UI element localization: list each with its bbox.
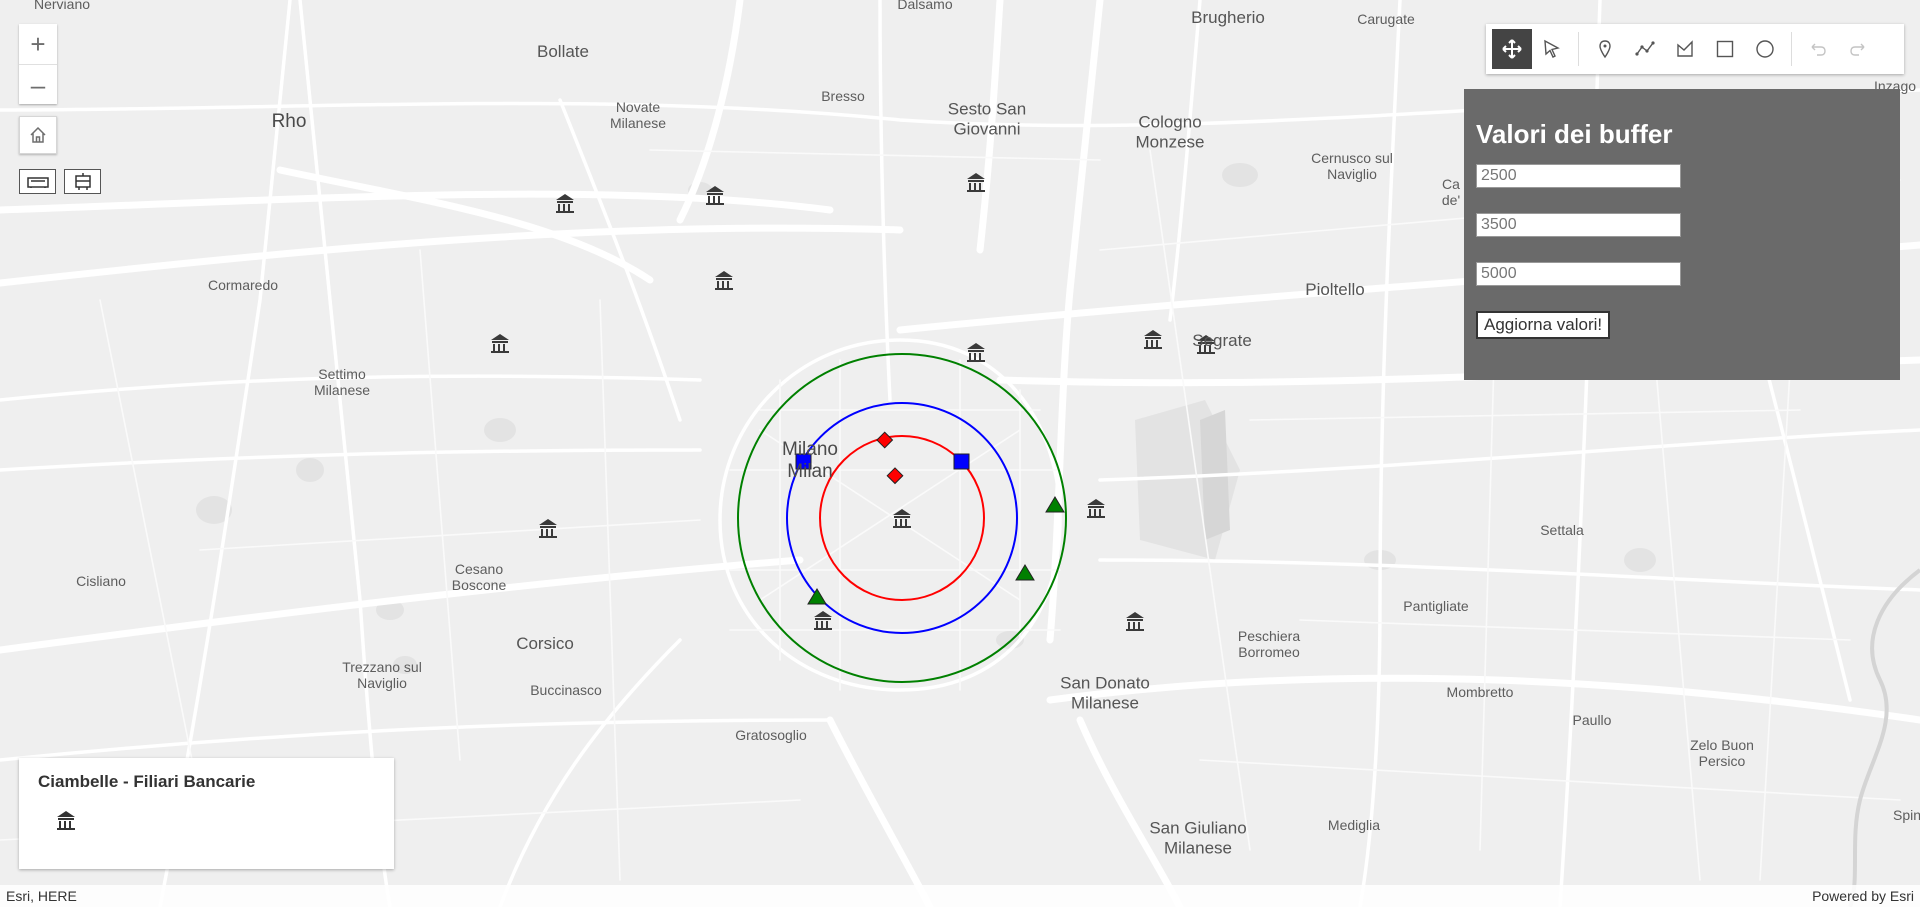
place-label: Cormaredo bbox=[207, 276, 279, 293]
zoom-out-button[interactable]: – bbox=[19, 64, 57, 105]
place-label: Carugate bbox=[1357, 10, 1415, 27]
polygon-tool-button[interactable] bbox=[1665, 29, 1705, 69]
place-label: Settala bbox=[1540, 521, 1584, 538]
place-label: Novate Milanese bbox=[609, 98, 667, 131]
circle-icon bbox=[1756, 40, 1774, 58]
buffer-3-input[interactable] bbox=[1476, 262, 1681, 286]
minus-icon: – bbox=[30, 69, 46, 100]
circle-tool-button[interactable] bbox=[1745, 29, 1785, 69]
home-button[interactable] bbox=[19, 116, 57, 154]
rectangle-icon bbox=[1716, 40, 1734, 58]
home-icon bbox=[30, 126, 46, 143]
rectangle-tool-button[interactable] bbox=[1705, 29, 1745, 69]
place-label: Paullo bbox=[1572, 711, 1612, 728]
bus-toggle-button[interactable] bbox=[64, 169, 101, 194]
place-label: Cernusco sul Naviglio bbox=[1311, 149, 1393, 182]
place-label: San Giuliano Milanese bbox=[1149, 818, 1247, 857]
move-tool-button[interactable] bbox=[1492, 29, 1532, 69]
place-label: Corsico bbox=[516, 634, 574, 654]
undo-button[interactable] bbox=[1798, 29, 1838, 69]
place-label: Sesto San Giovanni bbox=[947, 99, 1027, 138]
place-label: Pantigliate bbox=[1403, 597, 1469, 614]
place-label: Mombretto bbox=[1446, 683, 1514, 700]
bus-icon bbox=[74, 172, 91, 190]
place-label: Settimo Milanese bbox=[313, 365, 371, 398]
attribution-text[interactable]: Esri, HERE bbox=[6, 888, 77, 904]
place-label: Gratosoglio bbox=[735, 726, 807, 743]
redo-button[interactable] bbox=[1838, 29, 1878, 69]
legend-title: Ciambelle - Filiari Bancarie bbox=[38, 772, 256, 791]
place-label: Peschiera Borromeo bbox=[1237, 627, 1301, 660]
select-tool-button[interactable] bbox=[1532, 29, 1572, 69]
update-values-button[interactable]: Aggiorna valori! bbox=[1476, 311, 1611, 339]
place-label: Cologno Monzese bbox=[1135, 112, 1205, 151]
polyline-tool-button[interactable] bbox=[1625, 29, 1665, 69]
buffer-1-input[interactable] bbox=[1476, 164, 1681, 188]
polyline-icon bbox=[1635, 41, 1655, 56]
toolbar-divider bbox=[1578, 32, 1579, 66]
powered-by-text[interactable]: Powered by Esri bbox=[1812, 888, 1914, 904]
zoom-controls: + – bbox=[19, 24, 57, 104]
polygon-icon bbox=[1677, 40, 1693, 57]
place-label: Cesano Boscone bbox=[451, 560, 507, 593]
bank-icon bbox=[57, 811, 75, 830]
plus-icon: + bbox=[30, 28, 46, 59]
zoom-in-button[interactable]: + bbox=[19, 24, 57, 64]
place-label: Ca de' bbox=[1441, 175, 1461, 208]
place-label: Spin bbox=[1892, 806, 1920, 823]
select-icon bbox=[1544, 39, 1560, 58]
toolbar-divider bbox=[1791, 32, 1792, 66]
place-label: Brugherio bbox=[1191, 8, 1265, 28]
transit-toggle-button[interactable] bbox=[19, 169, 56, 194]
attribution-bar: Esri, HERE Powered by Esri bbox=[0, 885, 1920, 907]
place-label: Nerviano bbox=[33, 0, 91, 12]
point-tool-button[interactable] bbox=[1585, 29, 1625, 69]
legend: Ciambelle - Filiari Bancarie bbox=[19, 758, 394, 869]
feature-square bbox=[953, 453, 970, 470]
redo-icon bbox=[1850, 43, 1865, 56]
sketch-toolbar bbox=[1486, 24, 1904, 74]
buffer-2-input[interactable] bbox=[1476, 213, 1681, 237]
place-label: Pioltello bbox=[1305, 280, 1365, 300]
place-label: Buccinasco bbox=[530, 681, 602, 698]
panel-title: Valori dei buffer bbox=[1476, 119, 1673, 149]
place-label: Segrate bbox=[1192, 331, 1252, 351]
place-label: Bollate bbox=[537, 42, 589, 62]
buffer-panel: Valori dei buffer Aggiorna valori! bbox=[1464, 89, 1900, 380]
point-icon bbox=[1599, 40, 1611, 59]
place-label: Milano Milan bbox=[782, 439, 838, 482]
undo-icon bbox=[1811, 43, 1826, 56]
place-label: Dalsamo bbox=[897, 0, 953, 12]
place-label: Trezzano sul Naviglio bbox=[342, 658, 422, 691]
place-label: Cisliano bbox=[76, 572, 126, 589]
place-label: Zelo Buon Persico bbox=[1690, 736, 1754, 769]
place-label: San Donato Milanese bbox=[1060, 673, 1150, 712]
move-icon bbox=[1502, 39, 1522, 59]
place-label: Mediglia bbox=[1327, 816, 1381, 833]
place-label: Rho bbox=[271, 111, 307, 133]
place-label: Bresso bbox=[821, 87, 865, 104]
tram-icon bbox=[26, 176, 49, 188]
